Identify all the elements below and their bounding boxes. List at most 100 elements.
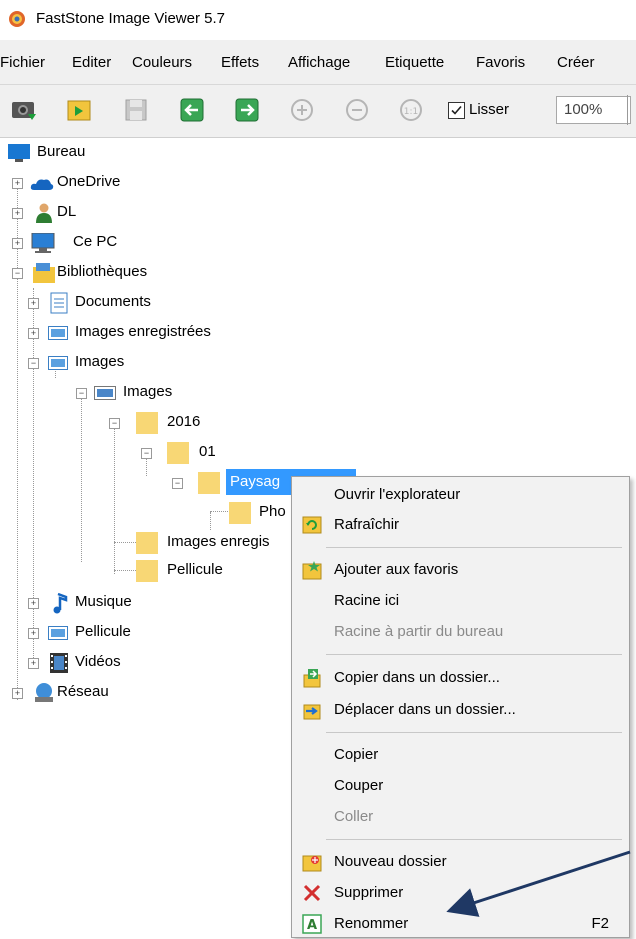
menu-etiquette[interactable]: Etiquette	[385, 54, 444, 72]
tree-node-ce-pc[interactable]: + Ce PC	[0, 228, 300, 256]
smooth-checkbox[interactable]	[448, 102, 465, 119]
menu-item-coller[interactable]: Coller	[292, 802, 629, 832]
menu-editer[interactable]: Editer	[72, 54, 111, 72]
tree-node-dl[interactable]: + DL	[0, 198, 300, 226]
menu-item-label: Couper	[334, 777, 384, 794]
tree-node-label: 2016	[167, 413, 201, 430]
folder-icon	[136, 560, 158, 582]
menu-item-nouveau-dossier[interactable]: Nouveau dossier	[292, 847, 629, 877]
menu-bar: Fichier Editer Couleurs Effets Affichage…	[0, 40, 636, 85]
expand-icon[interactable]: +	[12, 688, 23, 699]
actual-size-icon[interactable]: 1:1	[397, 96, 425, 124]
menu-effets[interactable]: Effets	[221, 54, 259, 72]
tree-node-musique[interactable]: + Musique	[0, 588, 300, 616]
tree-node-pellicule-folder[interactable]: Pellicule	[0, 556, 300, 584]
menu-fichier[interactable]: Fichier	[0, 54, 45, 72]
menu-item-rafraichir[interactable]: Rafraîchir	[292, 510, 629, 540]
menu-separator	[326, 732, 622, 733]
documents-icon	[50, 292, 68, 314]
tree-node-01[interactable]: − 01	[0, 438, 300, 466]
computer-icon	[31, 233, 55, 253]
menu-item-racine-ici[interactable]: Racine ici	[292, 586, 629, 616]
open-folder-icon[interactable]	[66, 96, 94, 124]
user-icon	[36, 203, 52, 223]
expand-icon[interactable]: +	[28, 628, 39, 639]
expand-icon[interactable]: +	[28, 658, 39, 669]
menu-item-label: Racine ici	[334, 592, 400, 609]
checkmark-icon	[451, 105, 462, 115]
collapse-icon[interactable]: −	[12, 268, 23, 279]
title-bar: FastStone Image Viewer 5.7	[0, 0, 636, 36]
previous-arrow-icon[interactable]	[178, 96, 206, 124]
folder-icon	[198, 472, 220, 494]
menu-item-renommer[interactable]: A Renommer F2	[292, 909, 629, 939]
expand-icon[interactable]: +	[28, 298, 39, 309]
expand-icon[interactable]: +	[12, 238, 23, 249]
menu-item-label: Coller	[334, 808, 374, 825]
menu-item-ajouter-favoris[interactable]: Ajouter aux favoris	[292, 555, 629, 585]
tree-node-label: Réseau	[57, 683, 109, 700]
collapse-icon[interactable]: −	[141, 448, 152, 459]
app-logo-icon	[9, 11, 25, 27]
pictures-icon	[48, 326, 68, 340]
tree-node-videos[interactable]: + Vidéos	[0, 648, 300, 676]
tree-node-images-folder[interactable]: − Images	[0, 378, 300, 406]
tree-node-2016[interactable]: − 2016	[0, 408, 300, 436]
zoom-in-icon[interactable]	[288, 96, 316, 124]
menu-item-copier[interactable]: Copier	[292, 740, 629, 770]
tree-node-label: Images enregistrées	[75, 323, 211, 340]
tree-node-label: Musique	[75, 593, 132, 610]
menu-item-supprimer[interactable]: Supprimer	[292, 878, 629, 908]
network-icon	[35, 683, 53, 702]
menu-couleurs[interactable]: Couleurs	[132, 54, 192, 72]
menu-item-ouvrir-explorateur[interactable]: Ouvrir l'explorateur	[292, 480, 629, 510]
tree-node-paysag[interactable]: − Paysag	[0, 468, 356, 496]
menu-item-label: Renommer	[334, 915, 409, 932]
collapse-icon[interactable]: −	[109, 418, 120, 429]
menu-item-shortcut: F2	[591, 915, 609, 932]
zoom-out-icon[interactable]	[343, 96, 371, 124]
tree-node-pho[interactable]: Pho	[0, 498, 300, 526]
cloud-icon	[30, 179, 54, 190]
tree-node-bibliotheques[interactable]: − Bibliothèques	[0, 258, 300, 286]
collapse-icon[interactable]: −	[28, 358, 39, 369]
tree-node-pellicule-library[interactable]: + Pellicule	[0, 618, 300, 646]
window-title: FastStone Image Viewer 5.7	[36, 10, 225, 27]
tree-node-reseau[interactable]: + Réseau	[0, 678, 300, 706]
collapse-icon[interactable]: −	[76, 388, 87, 399]
menu-favoris[interactable]: Favoris	[476, 54, 525, 72]
new-folder-icon	[302, 855, 322, 872]
folder-icon	[136, 532, 158, 554]
tree-node-images-enregistrees[interactable]: + Images enregistrées	[0, 318, 300, 346]
zoom-level-field[interactable]: 100%	[556, 96, 631, 124]
pictures-icon	[94, 386, 116, 400]
music-icon	[53, 592, 68, 614]
tree-node-label: Images	[123, 383, 173, 400]
tree-node-bureau[interactable]: Bureau	[0, 138, 300, 166]
save-icon[interactable]	[122, 96, 150, 124]
menu-item-copier-dossier[interactable]: Copier dans un dossier...	[292, 663, 629, 693]
menu-item-deplacer-dossier[interactable]: Déplacer dans un dossier...	[292, 695, 629, 725]
tree-node-label: Paysag	[230, 473, 281, 490]
tree-node-images-enregistrees-2[interactable]: Images enregis	[0, 528, 300, 556]
tree-node-onedrive[interactable]: + OneDrive	[0, 168, 300, 196]
next-arrow-icon[interactable]	[233, 96, 261, 124]
expand-icon[interactable]: +	[28, 598, 39, 609]
copy-to-folder-icon	[303, 669, 321, 688]
acquire-camera-icon[interactable]	[10, 96, 38, 124]
menu-item-racine-bureau[interactable]: Racine à partir du bureau	[292, 617, 629, 647]
tree-node-images-library[interactable]: − Images	[0, 348, 300, 376]
expand-icon[interactable]: +	[12, 178, 23, 189]
menu-item-couper[interactable]: Couper	[292, 771, 629, 801]
collapse-icon[interactable]: −	[172, 478, 183, 489]
tree-node-label: Images enregis	[167, 533, 270, 550]
pictures-icon	[48, 626, 68, 640]
menu-creer[interactable]: Créer	[557, 54, 595, 72]
video-icon	[50, 653, 68, 673]
move-to-folder-icon	[303, 704, 321, 720]
tree-node-documents[interactable]: + Documents	[0, 288, 300, 316]
menu-affichage[interactable]: Affichage	[288, 54, 350, 72]
tree-node-label: DL	[57, 203, 77, 220]
expand-icon[interactable]: +	[28, 328, 39, 339]
expand-icon[interactable]: +	[12, 208, 23, 219]
